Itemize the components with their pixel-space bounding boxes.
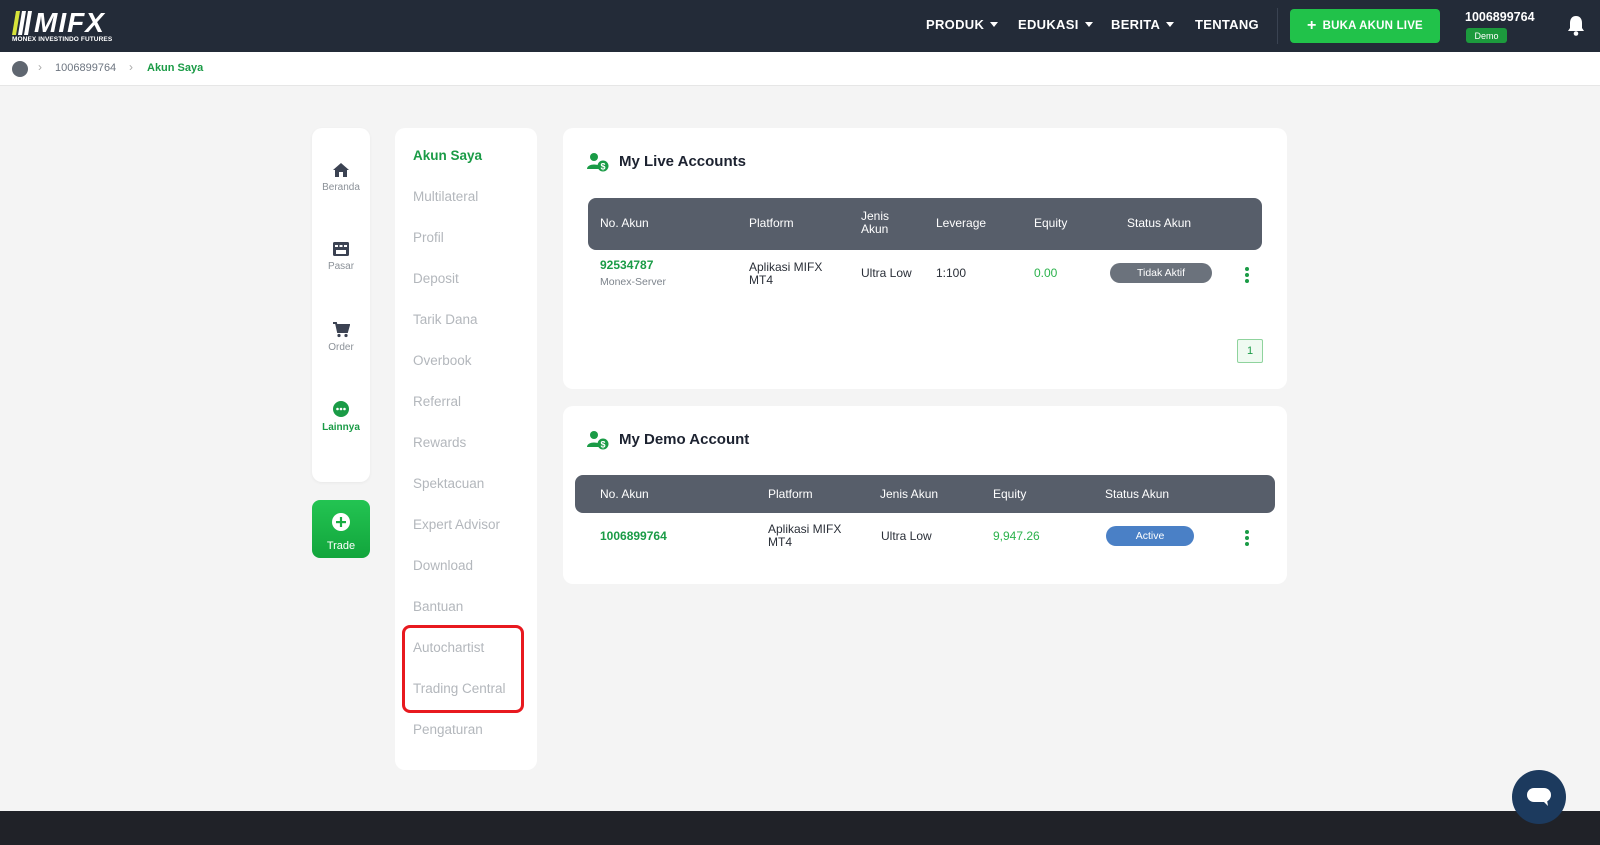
column-header: Platform: [749, 216, 794, 230]
column-header: Status Akun: [1127, 216, 1192, 230]
chevron-down-icon: [1166, 22, 1175, 27]
card-title: My Live Accounts: [619, 153, 746, 170]
menu-item-expert-advisor[interactable]: Expert Advisor: [413, 517, 500, 532]
market-icon: [333, 242, 349, 256]
platform: Aplikasi MIFX MT4: [749, 260, 823, 287]
cart-icon: [333, 322, 350, 338]
nav-divider: [1277, 8, 1278, 44]
rail-item-lainnya[interactable]: Lainnya: [312, 400, 370, 433]
chevron-down-icon: [990, 22, 999, 27]
nav-produk[interactable]: PRODUK: [926, 17, 999, 32]
chat-button[interactable]: [1512, 770, 1566, 824]
account-number[interactable]: 1006899764: [600, 530, 667, 543]
user-account-id[interactable]: 1006899764: [1465, 10, 1535, 24]
server-name: Monex-Server: [600, 276, 666, 288]
column-header: Jenis Akun: [861, 209, 890, 236]
mifx-logo[interactable]: MIFX MONEX INVESTINDO FUTURES: [12, 8, 122, 44]
menu-item-akun-saya[interactable]: Akun Saya: [413, 148, 482, 163]
side-icon-rail: Beranda Pasar Order Lainnya: [312, 128, 370, 482]
equity: 0.00: [1034, 266, 1058, 280]
menu-item-overbook[interactable]: Overbook: [413, 353, 472, 368]
column-header: Platform: [768, 487, 813, 501]
menu-item-deposit[interactable]: Deposit: [413, 271, 459, 286]
rail-item-order[interactable]: Order: [312, 321, 370, 353]
breadcrumb-item-akun-saya: Akun Saya: [147, 62, 204, 74]
menu-item-bantuan[interactable]: Bantuan: [413, 599, 463, 614]
menu-item-rewards[interactable]: Rewards: [413, 435, 466, 450]
nav-tentang[interactable]: TENTANG: [1195, 17, 1259, 32]
status-badge: Tidak Aktif: [1110, 263, 1212, 283]
chevron-right-icon: ›: [129, 60, 133, 74]
platform: Aplikasi MIFX MT4: [768, 522, 842, 549]
column-header: No. Akun: [600, 487, 649, 501]
more-vertical-icon[interactable]: [1245, 530, 1249, 548]
trade-button[interactable]: Trade: [312, 500, 370, 558]
breadcrumb-item-account-id[interactable]: 1006899764: [55, 62, 116, 74]
account-number[interactable]: 92534787: [600, 259, 653, 272]
card-title: My Demo Account: [619, 431, 750, 448]
rail-item-beranda[interactable]: Beranda: [312, 162, 370, 193]
menu-item-pengaturan[interactable]: Pengaturan: [413, 722, 483, 737]
menu-item-multilateral[interactable]: Multilateral: [413, 189, 478, 204]
top-navbar: MIFX MONEX INVESTINDO FUTURES PRODUK EDU…: [0, 0, 1600, 52]
user-money-icon: $: [587, 153, 609, 172]
pagination-page-1[interactable]: 1: [1237, 339, 1263, 363]
column-header: Equity: [1034, 216, 1068, 230]
logo-subtitle: MONEX INVESTINDO FUTURES: [12, 36, 113, 43]
column-header: Equity: [993, 487, 1027, 501]
live-accounts-card: $ My Live Accounts No. Akun Platform Jen…: [563, 128, 1287, 389]
nav-berita[interactable]: BERITA: [1111, 17, 1175, 32]
chevron-right-icon: ›: [38, 60, 42, 74]
menu-item-spektacuan[interactable]: Spektacuan: [413, 476, 484, 491]
home-icon: [333, 163, 349, 177]
menu-item-download[interactable]: Download: [413, 558, 473, 573]
svg-text:$: $: [600, 162, 605, 172]
account-type: Ultra Low: [861, 266, 912, 280]
demo-account-card: $ My Demo Account No. Akun Platform Jeni…: [563, 406, 1287, 584]
column-header: No. Akun: [600, 216, 649, 230]
table-header: No. Akun Platform Jenis Akun Equity Stat…: [575, 475, 1275, 513]
more-vertical-icon[interactable]: [1245, 267, 1249, 285]
equity: 9,947.26: [993, 529, 1040, 543]
nav-edukasi[interactable]: EDUKASI: [1018, 17, 1093, 32]
chat-bubble-icon: [1527, 788, 1551, 806]
footer-bar: [0, 811, 1600, 845]
column-header: Status Akun: [1105, 487, 1170, 501]
table-header: No. Akun Platform Jenis Akun Leverage Eq…: [588, 198, 1262, 250]
chevron-down-icon: [1084, 22, 1093, 27]
rail-item-pasar[interactable]: Pasar: [312, 241, 370, 272]
menu-item-profil[interactable]: Profil: [413, 230, 444, 245]
logo-text: MIFX: [34, 7, 105, 38]
menu-item-referral[interactable]: Referral: [413, 394, 461, 409]
more-icon: [333, 401, 349, 417]
plus-circle-icon: [332, 513, 350, 531]
account-type-badge: Demo: [1466, 28, 1507, 43]
menu-item-tarik-dana[interactable]: Tarik Dana: [413, 312, 478, 327]
column-header: Leverage: [936, 216, 987, 230]
account-type: Ultra Low: [881, 529, 932, 543]
user-money-icon: $: [587, 431, 609, 450]
logo-mark-icon: [12, 11, 32, 35]
breadcrumb: › 1006899764 › Akun Saya: [0, 52, 1600, 86]
status-badge: Active: [1106, 526, 1194, 546]
open-live-account-button[interactable]: + BUKA AKUN LIVE: [1290, 9, 1440, 43]
highlight-annotation: [402, 625, 524, 713]
column-header: Jenis Akun: [880, 487, 939, 501]
svg-text:$: $: [600, 440, 605, 450]
bell-icon[interactable]: [1566, 15, 1586, 37]
leverage: 1:100: [936, 266, 967, 280]
home-icon[interactable]: [12, 61, 28, 77]
plus-icon: +: [1307, 17, 1317, 34]
